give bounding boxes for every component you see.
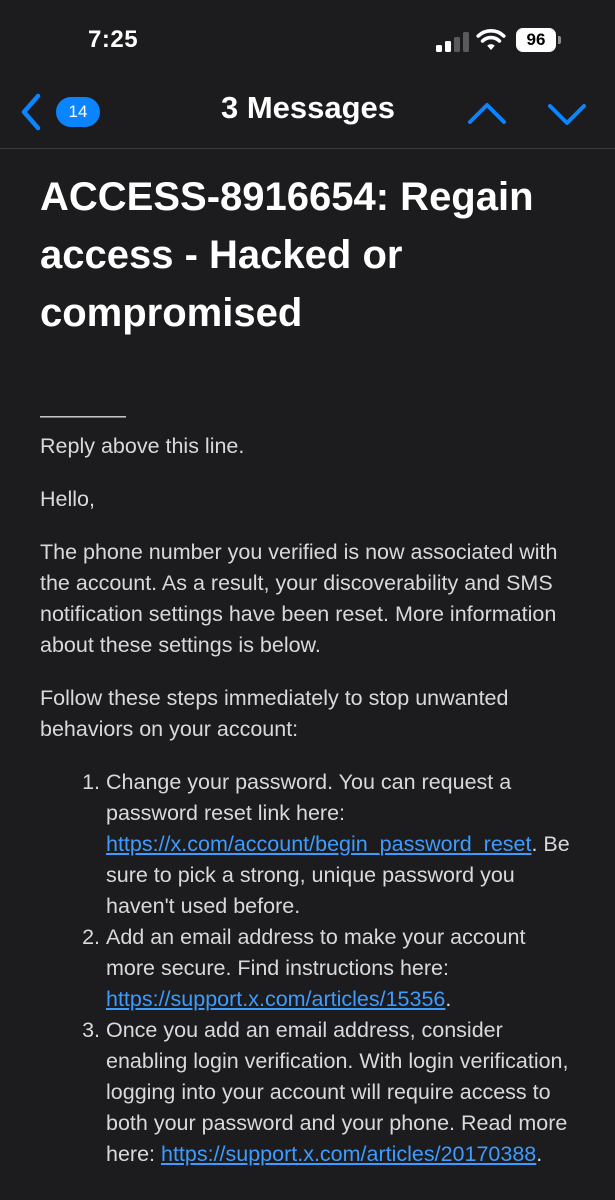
battery-level: 96: [516, 28, 556, 52]
unread-count-badge: 14: [56, 97, 100, 127]
list-item: Once you add an email address, consider …: [106, 1015, 580, 1170]
back-button[interactable]: 14: [10, 86, 110, 138]
next-message-icon[interactable]: [546, 96, 588, 132]
reply-separator: ————: [40, 403, 126, 427]
email-content: ACCESS-8916654: Regain access - Hacked o…: [40, 168, 580, 1170]
status-time: 7:25: [88, 26, 139, 53]
nav-title: 3 Messages: [220, 90, 396, 125]
greeting: Hello,: [40, 487, 95, 511]
login-verification-article-link[interactable]: https://support.x.com/articles/20170388: [161, 1142, 536, 1166]
body-paragraph: Follow these steps immediately to stop u…: [40, 686, 509, 741]
steps-list: Change your password. You can request a …: [40, 767, 580, 1170]
step-text: Change your password. You can request a …: [106, 770, 512, 825]
back-chevron-icon: [21, 93, 41, 131]
body-paragraph: The phone number you verified is now ass…: [40, 540, 558, 657]
list-item: Change your password. You can request a …: [106, 767, 580, 922]
reply-line-text: Reply above this line.: [40, 434, 245, 458]
previous-message-icon[interactable]: [466, 96, 508, 132]
wifi-icon: [476, 29, 506, 50]
step-text: .: [445, 987, 452, 1011]
support-article-link[interactable]: https://support.x.com/articles/15356: [106, 987, 445, 1011]
password-reset-link[interactable]: https://x.com/account/begin_password_res…: [106, 832, 531, 856]
list-item: Add an email address to make your accoun…: [106, 922, 580, 1015]
email-subject: ACCESS-8916654: Regain access - Hacked o…: [40, 175, 534, 335]
battery-icon: 96: [516, 28, 561, 52]
step-text: Add an email address to make your accoun…: [106, 925, 526, 980]
step-text: .: [536, 1142, 543, 1166]
top-bar: 7:25 96 14 3 Messages: [0, 0, 615, 149]
cellular-signal-icon: [436, 32, 470, 52]
